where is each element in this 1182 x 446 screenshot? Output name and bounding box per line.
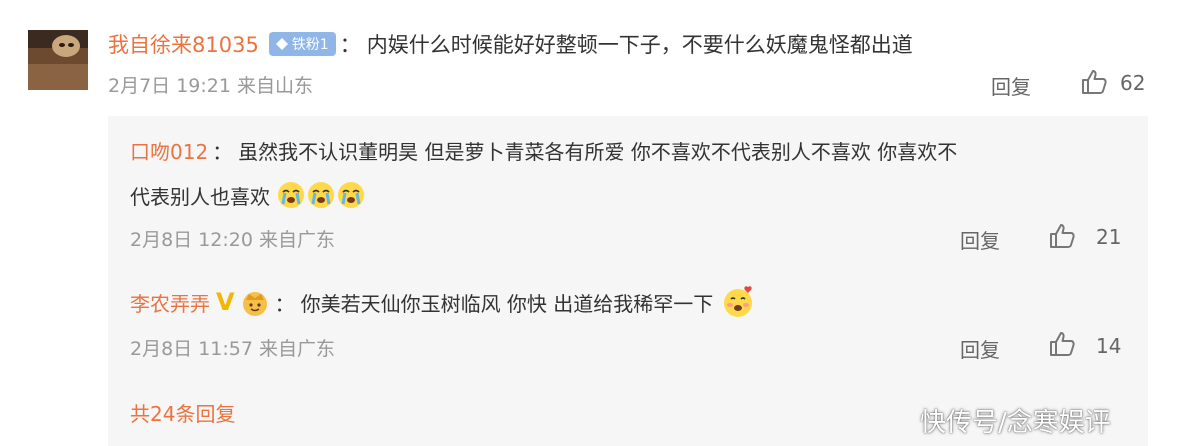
view-all-replies-link[interactable]: 共24条回复	[130, 398, 235, 427]
reply-2-line: 李农弄弄 V ： 你美若天仙你玉树临风 你快 出道给我稀罕一下	[130, 284, 755, 320]
colon: ：	[339, 33, 361, 57]
crying-face-icon	[278, 182, 304, 208]
reply-1-meta: 2月8日 12:20 来自广东	[130, 229, 336, 251]
reply-1-line-1: 口吻012 ： 虽然我不认识董明昊 但是萝卜青菜各有所爱 你不喜欢不代表别人不喜…	[130, 134, 957, 166]
diamond-icon	[275, 38, 288, 50]
main-like-button[interactable]	[1080, 68, 1110, 98]
avatar[interactable]	[28, 30, 88, 90]
crying-face-icon	[338, 182, 364, 208]
reply-2-like-count: 14	[1096, 334, 1122, 358]
fan-badge[interactable]: 铁粉1	[268, 32, 336, 56]
colon: ：	[274, 291, 295, 316]
avatar-image-icon	[28, 30, 88, 90]
main-like-count: 62	[1120, 71, 1146, 95]
main-comment-meta: 2月7日 19:21 来自山东	[108, 75, 314, 97]
reply-2-like-button[interactable]	[1048, 330, 1078, 360]
main-comment-username[interactable]: 我自徐来81035	[108, 29, 259, 59]
reply-2-text: 你美若天仙你玉树临风 你快 出道给我稀罕一下	[300, 291, 714, 316]
reply-2-reply-button[interactable]: 回复	[960, 334, 1000, 363]
fan-badge-label: 铁粉1	[291, 37, 329, 53]
love-struck-face-icon	[724, 286, 753, 317]
reply-1-reply-button[interactable]: 回复	[960, 225, 1000, 254]
reply-1-like-button[interactable]	[1048, 222, 1078, 252]
thumbs-up-icon	[1082, 70, 1107, 94]
reply-2-meta: 2月8日 11:57 来自广东	[130, 338, 336, 360]
crying-face-icon	[308, 182, 334, 208]
reply-1-username[interactable]: 口吻012	[130, 136, 208, 165]
thumbs-up-icon	[1050, 224, 1075, 248]
reply-1-text-cont: 代表别人也喜欢	[130, 184, 270, 209]
main-reply-button[interactable]: 回复	[991, 71, 1031, 100]
thumbs-up-icon	[1050, 332, 1075, 356]
main-comment-text: 内娱什么时候能好好整顿一下子，不要什么妖魔鬼怪都出道	[366, 33, 913, 57]
main-comment-line: 我自徐来81035 铁粉1 ： 内娱什么时候能好好整顿一下子，不要什么妖魔鬼怪都…	[108, 28, 913, 60]
colon: ：	[212, 139, 233, 164]
reply-1-line-2: 代表别人也喜欢	[130, 178, 366, 212]
vip-badge: V	[216, 288, 235, 316]
watermark: 快传号/念寒娱评	[920, 408, 1111, 438]
reply-1-text: 虽然我不认识董明昊 但是萝卜青菜各有所爱 你不喜欢不代表别人不喜欢 你喜欢不	[238, 139, 958, 164]
reply-1-like-count: 21	[1096, 225, 1122, 249]
reply-2-username[interactable]: 李农弄弄	[130, 288, 210, 317]
crown-badge-icon	[242, 292, 267, 316]
